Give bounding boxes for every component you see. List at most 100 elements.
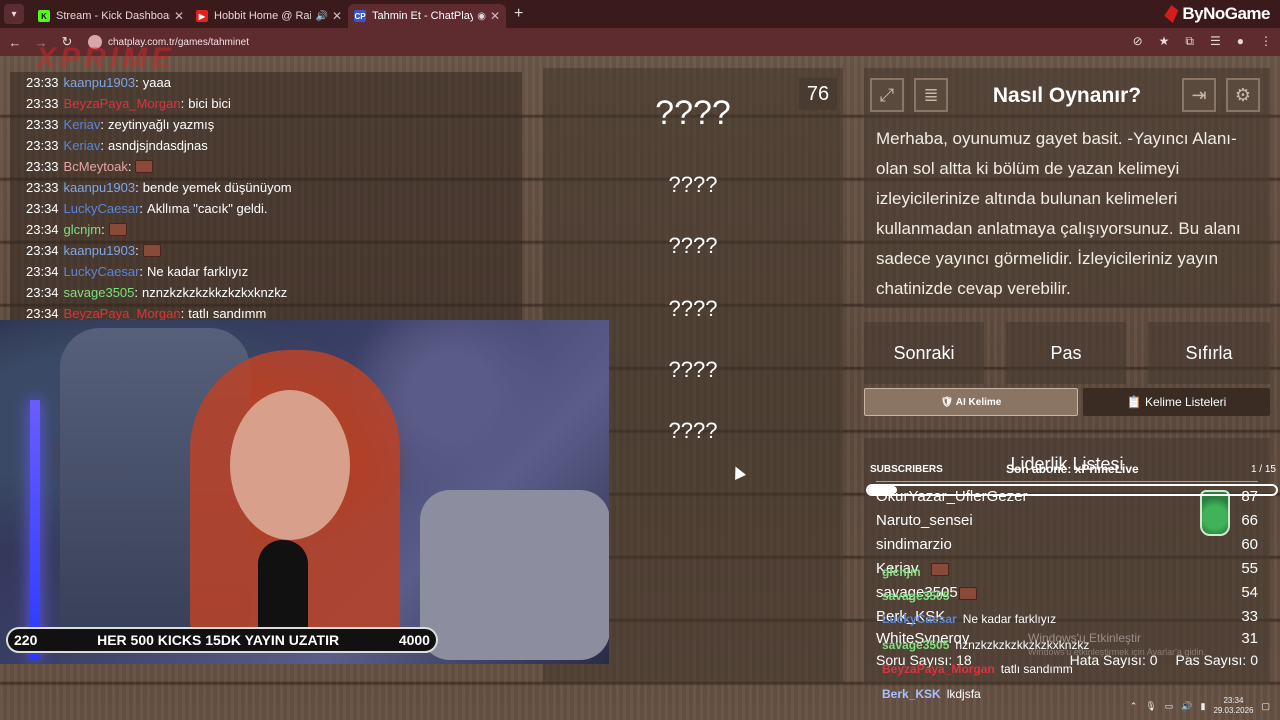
how-to-play-panel: ⤢ ≣ Nasıl Oynanır? ⇥ ⚙ Merhaba, oyunumuz… bbox=[864, 68, 1270, 308]
recording-icon: ◉ bbox=[477, 10, 486, 22]
tab-kick-dashboard[interactable]: K Stream - Kick Dashboard ✕ bbox=[32, 4, 190, 28]
chat-username[interactable]: Keriav bbox=[64, 117, 101, 132]
chat-separator: : bbox=[135, 180, 139, 195]
tab-title: Hobbit Home @ Rainy Wint bbox=[214, 10, 311, 22]
chat-username[interactable]: Keriav bbox=[64, 138, 101, 153]
chat-message: 23:34 savage3505: nznzkzkzkzkkzkzkxknzkz bbox=[10, 282, 522, 303]
chat-separator: : bbox=[101, 222, 105, 237]
chat-username[interactable]: BeyzaPaya_Morgan bbox=[64, 306, 181, 321]
overlay-chat-line: glcnjm bbox=[882, 563, 949, 579]
chat-timestamp: 23:34 bbox=[26, 222, 59, 237]
windows-activation-watermark: Windows'u Etkinleştir bbox=[1028, 631, 1141, 645]
menu-icon[interactable]: ⋮ bbox=[1260, 34, 1272, 49]
kicks-goal-text: HER 500 KICKS 15DK YAYIN UZATIR bbox=[97, 632, 340, 648]
chat-username[interactable]: BeyzaPaya_Morgan bbox=[64, 96, 181, 111]
chat-timestamp: 23:33 bbox=[26, 180, 59, 195]
address-bar: ← → ↻ chatplay.com.tr/games/tahminet ⊘ ★… bbox=[0, 28, 1280, 56]
chat-timestamp: 23:33 bbox=[26, 96, 59, 111]
chat-message: 23:34 kaanpu1903: bbox=[10, 240, 522, 261]
overlay-chat-line: BeyzaPaya_Morgan tatlı sandımm bbox=[882, 662, 1073, 676]
chat-timestamp: 23:33 bbox=[26, 75, 59, 90]
camera-off-icon[interactable]: ⊘ bbox=[1133, 34, 1143, 49]
emote-icon bbox=[108, 223, 127, 236]
new-tab-button[interactable]: + bbox=[514, 5, 523, 23]
target-word: ???? bbox=[655, 94, 731, 132]
subscriber-count: 1 / 15 bbox=[1250, 464, 1276, 475]
back-icon[interactable]: ← bbox=[4, 35, 26, 50]
chat-username[interactable]: kaanpu1903 bbox=[64, 180, 136, 195]
chat-username[interactable]: LuckyCaesar bbox=[64, 201, 140, 216]
chat-separator: : bbox=[127, 159, 132, 174]
overlay-chat-line: LuckyCaesar Ne kadar farklıyız bbox=[882, 612, 1057, 626]
tab-hobbit-home[interactable]: ▶ Hobbit Home @ Rainy Wint 🔊 ✕ bbox=[190, 4, 348, 28]
chat-message: 23:33 kaanpu1903: yaaa bbox=[10, 72, 522, 93]
notification-icon[interactable]: ▢ bbox=[1261, 701, 1270, 712]
word-lists-button[interactable]: 📋 Kelime Listeleri bbox=[1083, 388, 1270, 416]
next-button[interactable]: Sonraki bbox=[864, 322, 984, 384]
chat-username[interactable]: kaanpu1903 bbox=[64, 75, 136, 90]
profile-icon[interactable]: ● bbox=[1237, 34, 1244, 49]
tab-search-button[interactable]: ▾ bbox=[4, 4, 24, 24]
chat-separator: : bbox=[139, 201, 144, 216]
chat-message: 23:33 BcMeytoak: bbox=[10, 156, 522, 177]
chat-message: 23:34 LuckyCaesar: Ne kadar farklıyız bbox=[10, 261, 522, 282]
bynogame-logo: ByNoGame bbox=[1164, 4, 1270, 24]
chat-username[interactable]: kaanpu1903 bbox=[64, 243, 136, 258]
latest-subscriber: Son abone: xPrimeLive bbox=[1006, 462, 1139, 476]
chevron-up-icon[interactable]: ⌃ bbox=[1130, 701, 1138, 712]
clock[interactable]: 23:34 29.03.2026 bbox=[1213, 696, 1253, 716]
chat-text: yaaa bbox=[142, 75, 171, 90]
extensions-icon[interactable]: ⧉ bbox=[1185, 34, 1194, 49]
volume-icon[interactable]: 🔊 bbox=[1181, 701, 1192, 712]
chat-username[interactable]: BcMeytoak bbox=[64, 159, 128, 174]
reset-button[interactable]: Sıfırla bbox=[1148, 322, 1270, 384]
chat-timestamp: 23:34 bbox=[26, 285, 59, 300]
streamer-face bbox=[230, 390, 350, 540]
exit-icon[interactable]: ⇥ bbox=[1182, 78, 1216, 112]
tab-title: Stream - Kick Dashboard bbox=[56, 10, 170, 22]
close-icon[interactable]: ✕ bbox=[332, 9, 342, 23]
chat-message: 23:34 LuckyCaesar: Akllıma "cacık" geldi. bbox=[10, 198, 522, 219]
pass-button[interactable]: Pas bbox=[1006, 322, 1126, 384]
blanket bbox=[420, 490, 609, 660]
emote-icon bbox=[142, 244, 161, 257]
chat-separator: : bbox=[100, 138, 105, 153]
chat-timestamp: 23:33 bbox=[26, 138, 59, 153]
close-icon[interactable]: ✕ bbox=[490, 9, 500, 23]
ai-word-button[interactable]: 🛡 AI Kelime bbox=[864, 388, 1078, 416]
chat-separator: : bbox=[135, 243, 139, 258]
tip-jar-icon bbox=[1200, 490, 1230, 536]
chat-username[interactable]: savage3505 bbox=[64, 285, 135, 300]
network-icon[interactable]: ▭ bbox=[1165, 701, 1174, 712]
youtube-favicon-icon: ▶ bbox=[196, 10, 208, 22]
close-icon[interactable]: ✕ bbox=[174, 9, 184, 23]
subscriber-progress-fill bbox=[868, 486, 897, 494]
gear-icon[interactable]: ⚙ bbox=[1226, 78, 1260, 112]
kick-favicon-icon: K bbox=[38, 10, 50, 22]
system-tray: ⌃ 🎙 ▭ 🔊 ▮ 23:34 29.03.2026 ▢ bbox=[1120, 692, 1280, 720]
chat-separator: : bbox=[139, 264, 144, 279]
speaker-icon[interactable]: 🔊 bbox=[315, 11, 327, 22]
chat-username[interactable]: glcnjm bbox=[64, 222, 102, 237]
emote-icon bbox=[959, 587, 978, 600]
emote-icon bbox=[930, 563, 949, 576]
kicks-current: 220 bbox=[14, 632, 38, 648]
chat-timestamp: 23:34 bbox=[26, 306, 59, 321]
chatplay-favicon-icon: CP bbox=[354, 10, 366, 22]
chat-text: tatlı sandımm bbox=[188, 306, 267, 321]
windows-activation-hint: Windows'u etkinleştirmek için Ayarlar'a … bbox=[1028, 647, 1206, 657]
mic-icon[interactable]: 🎙 bbox=[1145, 701, 1156, 712]
battery-icon[interactable]: ▮ bbox=[1200, 701, 1205, 712]
tab-tahmin-et[interactable]: CP Tahmin Et - ChatPlay ◉ ✕ bbox=[348, 4, 506, 28]
chat-message: 23:33 Keriav: asndjsjndasdjnas bbox=[10, 135, 522, 156]
chat-message: 23:34 glcnjm: bbox=[10, 219, 522, 240]
chat-timestamp: 23:34 bbox=[26, 264, 59, 279]
chat-text: zeytinyağlı yazmış bbox=[108, 117, 215, 132]
bookmark-star-icon[interactable]: ★ bbox=[1159, 34, 1170, 49]
chat-separator: : bbox=[134, 285, 139, 300]
reading-list-icon[interactable]: ☰ bbox=[1210, 34, 1221, 49]
chat-username[interactable]: LuckyCaesar bbox=[64, 264, 140, 279]
chat-text: Akllıma "cacık" geldi. bbox=[147, 201, 268, 216]
chat-separator: : bbox=[100, 117, 105, 132]
subscribers-label: SUBSCRIBERS bbox=[870, 464, 943, 475]
